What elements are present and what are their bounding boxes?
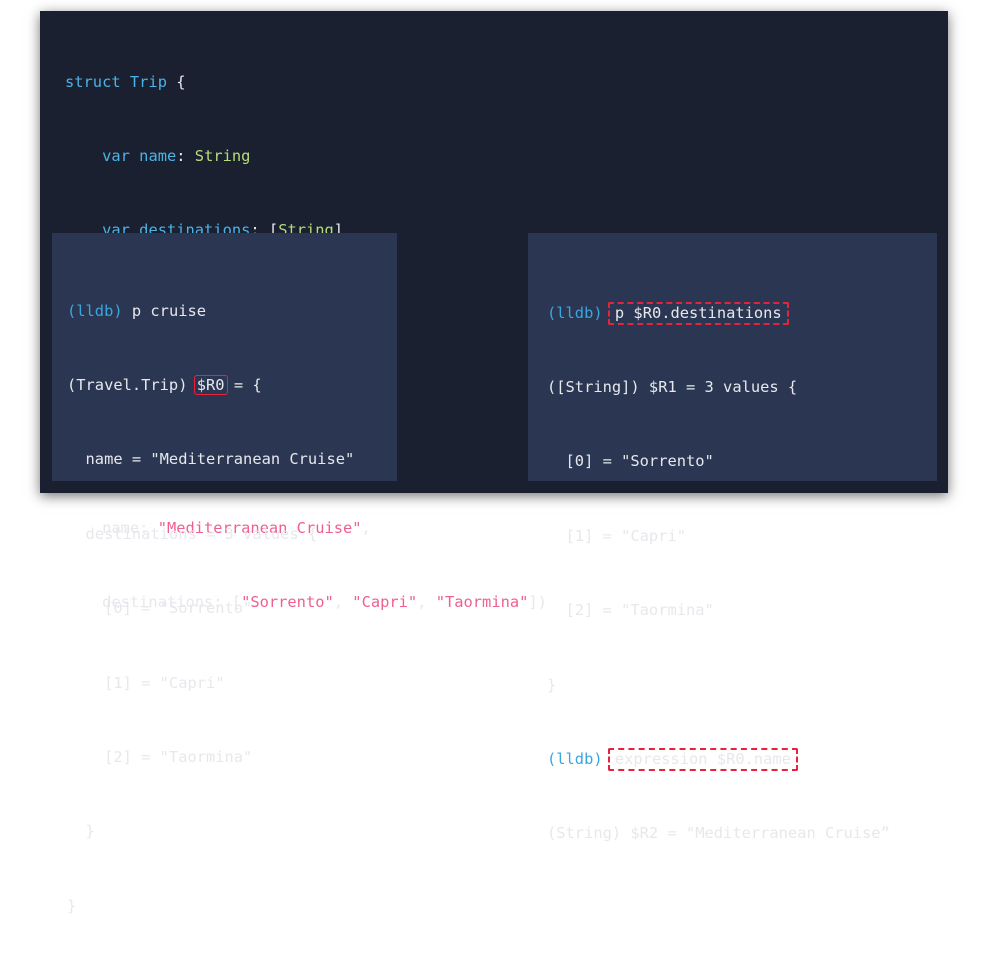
brace: { <box>166 72 186 91</box>
console-line: (Travel.Trip) $R0 = { <box>67 373 354 398</box>
string-literal: "Taormina" <box>435 593 529 612</box>
console-line: [2] = "Taormina" <box>547 601 714 620</box>
console-line: (lldb) p $R0.destinations <box>547 301 890 326</box>
lldb-prompt: (lldb) <box>547 749 603 768</box>
code-slide: struct Trip { var name: String var desti… <box>40 11 948 915</box>
console-line: (lldb) expression $R0.name <box>547 747 890 772</box>
code-line: struct Trip { <box>65 70 547 95</box>
console-line: destinations = 3 values { <box>67 524 318 543</box>
bracket: ]) <box>528 593 547 612</box>
comma: , <box>417 593 436 612</box>
property-name: name <box>139 146 177 165</box>
console-line: } <box>67 822 95 841</box>
result-type: (Travel.Trip) <box>67 375 197 394</box>
console-line: } <box>547 675 557 694</box>
console-line: [0] = "Sorrento" <box>547 452 714 471</box>
result-open: = { <box>224 375 262 394</box>
console-line: [0] = "Sorrento" <box>67 599 253 618</box>
keyword: struct <box>65 72 121 91</box>
lldb-console-left: (lldb) p cruise (Travel.Trip) $R0 = { na… <box>52 233 397 915</box>
console-line: name = "Mediterranean Cruise" <box>67 450 355 469</box>
console-line: [1] = "Capri" <box>67 673 225 692</box>
keyword: var <box>102 146 130 165</box>
console-line: (lldb) p cruise <box>67 299 354 324</box>
lldb-command: p cruise <box>122 301 207 320</box>
console-line: [1] = "Capri" <box>547 526 686 545</box>
lldb-console-right: (lldb) p $R0.destinations ([String]) $R1… <box>528 233 937 842</box>
console-line: [2] = "Taormina" <box>67 747 253 766</box>
highlighted-command: p $R0.destinations <box>607 301 789 325</box>
comma: , <box>361 518 371 537</box>
type-name: Trip <box>129 72 167 91</box>
lldb-prompt: (lldb) <box>67 301 123 320</box>
code-line: var name: String <box>65 144 547 169</box>
console-line: } <box>67 896 77 915</box>
console-line: (String) $R2 = "Mediterranean Cruise” <box>547 824 890 843</box>
separator: : <box>176 146 195 165</box>
highlighted-variable: $R0 <box>193 374 228 395</box>
type-name: String <box>194 146 251 165</box>
string-literal: "Capri" <box>352 593 418 612</box>
lldb-prompt: (lldb) <box>547 303 603 322</box>
console-line: ([String]) $R1 = 3 values { <box>547 377 798 396</box>
highlighted-command: expression $R0.name <box>607 747 798 771</box>
